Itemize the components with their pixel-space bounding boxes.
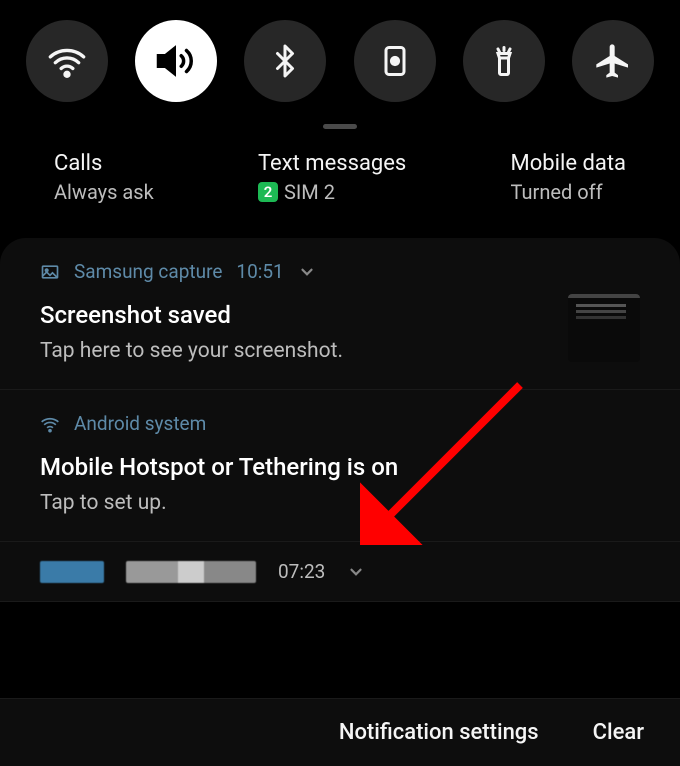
quick-settings-row [0, 0, 680, 110]
texts-status[interactable]: Text messages 2 SIM 2 [258, 151, 406, 204]
texts-sub: 2 SIM 2 [258, 180, 406, 204]
redacted-text [126, 561, 256, 583]
chevron-down-icon[interactable] [347, 563, 365, 581]
calls-sub: Always ask [54, 180, 154, 204]
clear-button[interactable]: Clear [593, 720, 644, 745]
notification-header: Samsung capture 10:51 [40, 260, 640, 283]
bluetooth-icon [267, 43, 303, 79]
calls-status[interactable]: Calls Always ask [54, 151, 154, 204]
notification-screenshot[interactable]: Samsung capture 10:51 Screenshot saved T… [0, 238, 680, 390]
calls-title: Calls [54, 151, 154, 176]
app-name: Android system [74, 412, 206, 435]
notification-subtitle: Tap to set up. [40, 491, 640, 515]
notification-settings-button[interactable]: Notification settings [339, 720, 539, 745]
texts-sub-text: SIM 2 [284, 180, 335, 204]
redacted-icon [40, 561, 104, 583]
notification-hotspot[interactable]: Android system Mobile Hotspot or Tetheri… [0, 390, 680, 542]
status-row: Calls Always ask Text messages 2 SIM 2 M… [0, 151, 680, 238]
sound-toggle[interactable] [135, 20, 217, 102]
airplane-toggle[interactable] [572, 20, 654, 102]
airplane-icon [593, 41, 633, 81]
flashlight-toggle[interactable] [463, 20, 545, 102]
screenshot-thumbnail[interactable] [568, 294, 640, 362]
notification-subtitle: Tap here to see your screenshot. [40, 339, 640, 363]
rotation-lock-toggle[interactable] [354, 20, 436, 102]
data-sub: Turned off [511, 180, 626, 204]
drag-handle[interactable] [323, 124, 357, 129]
wifi-icon [47, 41, 87, 81]
image-icon [40, 262, 60, 282]
notification-time: 10:51 [236, 260, 283, 283]
data-status[interactable]: Mobile data Turned off [511, 151, 626, 204]
notification-time: 07:23 [278, 560, 325, 583]
bluetooth-toggle[interactable] [244, 20, 326, 102]
wifi-toggle[interactable] [26, 20, 108, 102]
data-title: Mobile data [511, 151, 626, 176]
rotation-lock-icon [377, 43, 413, 79]
flashlight-icon [486, 43, 522, 79]
texts-title: Text messages [258, 151, 406, 176]
notification-redacted[interactable]: 07:23 [0, 542, 680, 602]
notification-footer: Notification settings Clear [0, 698, 680, 766]
wifi-small-icon [40, 414, 60, 434]
notification-title: Screenshot saved [40, 301, 640, 329]
sound-icon [155, 40, 197, 82]
sim-badge: 2 [258, 182, 278, 202]
app-name: Samsung capture [74, 260, 222, 283]
chevron-down-icon[interactable] [298, 263, 316, 281]
notification-header: Android system [40, 412, 640, 435]
notification-title: Mobile Hotspot or Tethering is on [40, 453, 640, 481]
